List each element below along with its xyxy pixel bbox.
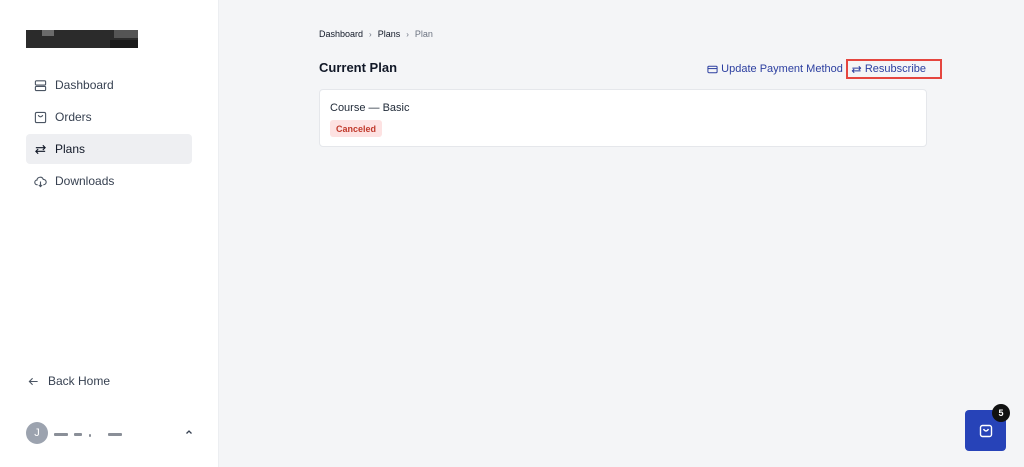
dashboard-icon [34,79,47,91]
back-home-label: Back Home [48,374,111,388]
chevron-right-icon: › [406,29,409,39]
resubscribe-highlight: Resubscribe [845,59,942,79]
chevron-up-icon[interactable] [184,427,194,437]
breadcrumb: Dashboard › Plans › Plan [319,29,433,39]
sidebar-item-downloads[interactable]: Downloads [26,166,192,196]
redacted-username [74,433,82,436]
cart-count-badge: 5 [992,404,1010,422]
arrow-left-icon [28,377,38,385]
plans-icon [35,144,46,154]
breadcrumb-plans[interactable]: Plans [378,29,401,39]
resubscribe-button[interactable]: Resubscribe [851,63,926,75]
redacted-username [54,433,68,436]
sidebar-item-dashboard[interactable]: Dashboard [26,70,192,100]
redacted-username [108,433,122,436]
repeat-icon [851,65,862,73]
sidebar: Dashboard Orders Plans Downloads Back Ho… [0,0,219,467]
plan-card: Course — Basic Canceled [319,89,927,147]
sidebar-item-label: Plans [55,142,86,156]
avatar: J [26,422,48,444]
brand-logo[interactable] [26,30,138,48]
credit-card-icon [707,65,718,73]
sidebar-item-label: Orders [55,110,92,124]
sidebar-item-label: Downloads [55,174,115,188]
shopping-bag-icon [979,424,992,437]
resubscribe-label: Resubscribe [864,63,926,75]
page-title: Current Plan [319,60,398,75]
sidebar-nav: Dashboard Orders Plans Downloads [26,70,192,198]
sidebar-item-orders[interactable]: Orders [26,102,192,132]
back-home-link[interactable]: Back Home [28,374,110,388]
user-menu[interactable]: J [26,421,196,445]
breadcrumb-current: Plan [414,29,433,39]
plan-name: Course — Basic [330,102,410,114]
sidebar-item-plans[interactable]: Plans [26,134,192,164]
breadcrumb-dashboard[interactable]: Dashboard [319,29,363,39]
status-badge: Canceled [330,120,383,137]
chevron-right-icon: › [369,29,372,39]
redacted-username [89,434,91,437]
orders-icon [34,111,47,123]
downloads-icon [34,176,47,187]
update-payment-method-label: Update Payment Method [721,63,843,75]
update-payment-method-button[interactable]: Update Payment Method [707,63,843,75]
sidebar-item-label: Dashboard [55,78,114,92]
plan-actions: Update Payment Method Resubscribe [707,59,942,79]
